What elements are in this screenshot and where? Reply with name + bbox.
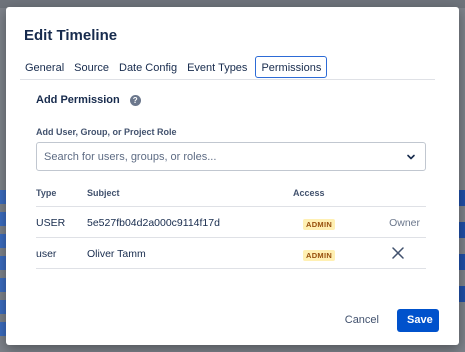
dialog-footer: Cancel Save (335, 308, 439, 332)
access-badge: ADMIN (303, 250, 336, 261)
background-item (459, 286, 465, 302)
column-header-access: Access (293, 188, 325, 198)
dialog-title: Edit Timeline (24, 27, 118, 44)
help-icon[interactable]: ? (129, 94, 141, 106)
background-item (459, 190, 465, 206)
add-permission-heading: Add Permission ? (36, 94, 141, 106)
row-subject: Oliver Tamm (87, 248, 146, 260)
save-button[interactable]: Save (397, 308, 439, 332)
permissions-table: Type Subject Access USER 5e527fb04d2a000… (36, 185, 426, 269)
search-placeholder: Search for users, groups, or roles... (44, 151, 217, 163)
tab-general[interactable]: General (20, 56, 69, 78)
background-item (459, 222, 465, 238)
tab-event-types[interactable]: Event Types (182, 56, 252, 78)
search-field-label: Add User, Group, or Project Role (36, 127, 177, 137)
subject-search-select[interactable]: Search for users, groups, or roles... (36, 142, 426, 171)
row-subject: 5e527fb04d2a000c9114f17d (87, 217, 220, 229)
tab-date-config[interactable]: Date Config (114, 56, 182, 78)
row-type: user (36, 248, 57, 260)
access-badge: ADMIN (303, 219, 336, 230)
row-type: USER (36, 217, 66, 229)
tab-source[interactable]: Source (69, 56, 114, 78)
column-header-type: Type (36, 188, 57, 198)
background-item (459, 254, 465, 270)
section-title: Add Permission (36, 94, 120, 106)
column-header-subject: Subject (87, 188, 120, 198)
table-header: Type Subject Access (36, 185, 426, 207)
tab-bar: General Source Date Config Event Types P… (20, 56, 435, 80)
chevron-down-icon (407, 154, 415, 160)
owner-label: Owner (389, 217, 420, 229)
table-row: user Oliver Tamm ADMIN (36, 238, 426, 269)
cancel-button[interactable]: Cancel (335, 308, 389, 332)
close-icon[interactable] (391, 246, 405, 260)
table-row: USER 5e527fb04d2a000c9114f17d ADMIN Owne… (36, 207, 426, 238)
edit-timeline-dialog: Edit Timeline General Source Date Config… (6, 7, 459, 345)
tab-permissions[interactable]: Permissions (255, 56, 328, 78)
